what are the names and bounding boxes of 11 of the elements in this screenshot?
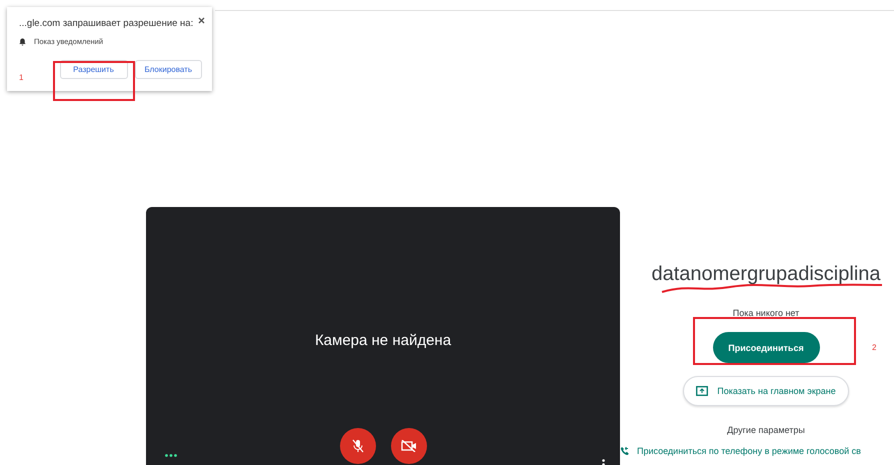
other-options-label: Другие параметры [727, 425, 805, 435]
meeting-title: datanomergrupadisciplina [651, 263, 881, 286]
participants-status: Пока никого нет [732, 308, 800, 318]
block-button[interactable]: Блокировать [134, 60, 202, 79]
annotation-number: 1 [19, 73, 24, 82]
camera-message: Камера не найдена [314, 332, 452, 351]
join-button[interactable]: Присоединиться [712, 332, 820, 363]
phone-join-link[interactable]: Присоединиться по телефону в режиме голосовой св [620, 446, 861, 456]
permission-message: ...gle.com запрашивает разрешение на: [19, 18, 194, 29]
present-button[interactable]: Показать на главном экране [683, 376, 849, 406]
annotation-number: 2 [872, 343, 876, 352]
